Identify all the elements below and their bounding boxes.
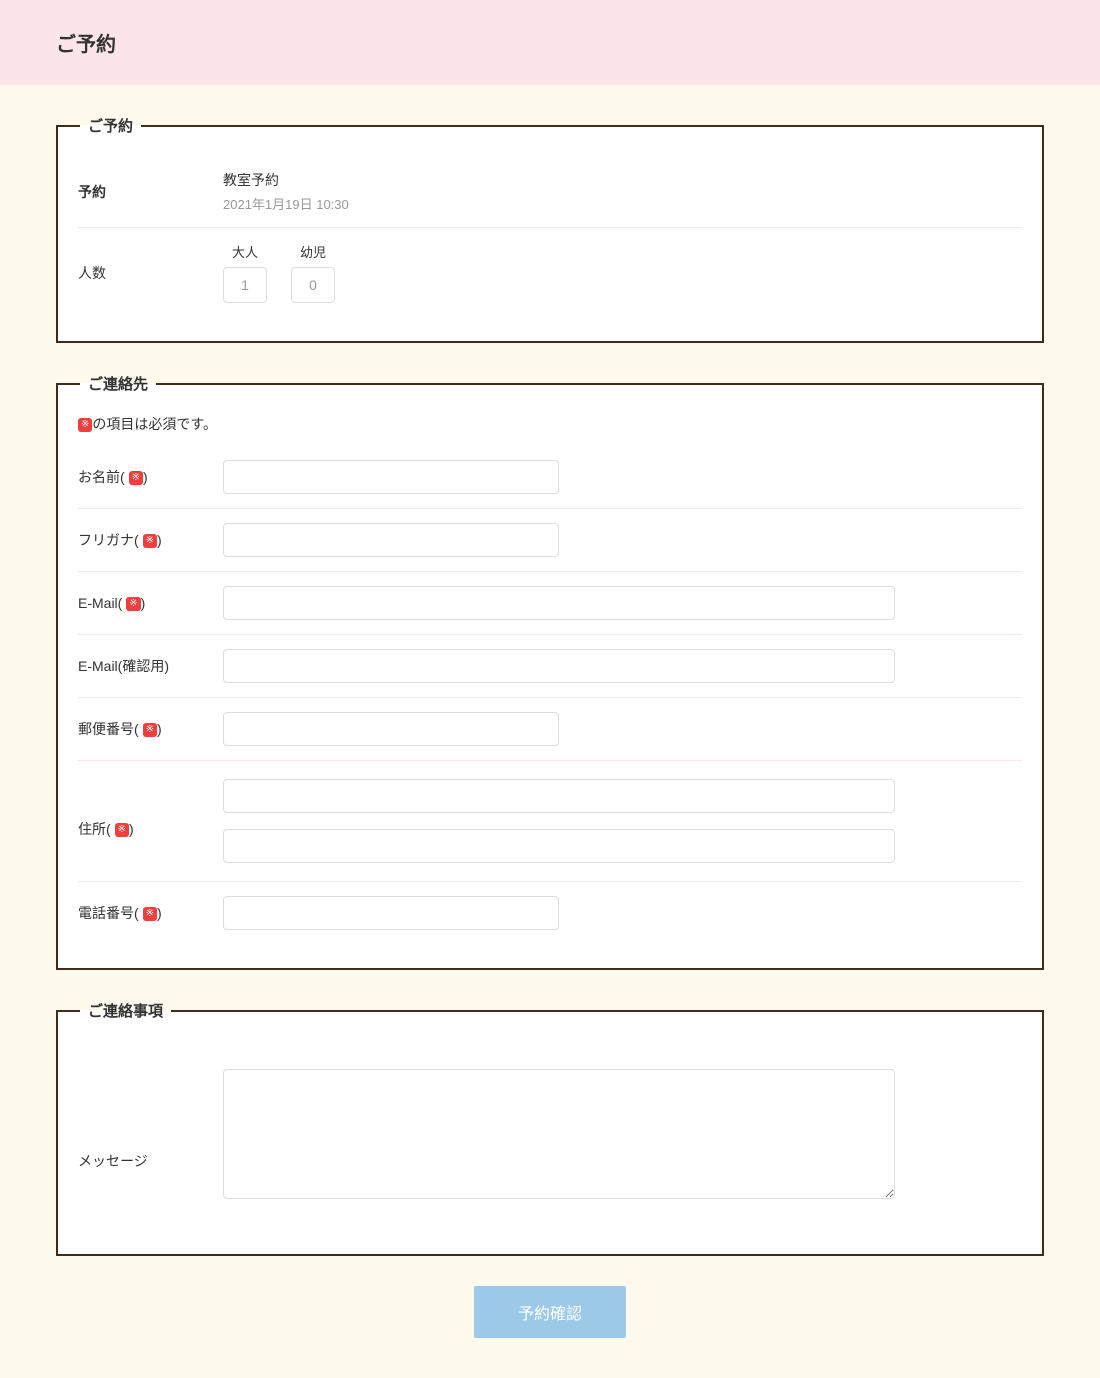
required-icon: ※ bbox=[126, 597, 140, 611]
name-value bbox=[223, 460, 1022, 494]
email-value bbox=[223, 586, 1022, 620]
booking-label: 予約 bbox=[78, 182, 223, 202]
address-value bbox=[223, 779, 1022, 863]
required-icon: ※ bbox=[143, 907, 157, 921]
booking-row: 予約 教室予約 2021年1月19日 10:30 bbox=[78, 156, 1022, 228]
message-value bbox=[223, 1069, 1022, 1202]
postal-input[interactable] bbox=[223, 712, 559, 746]
address-input-2[interactable] bbox=[223, 829, 895, 863]
child-input[interactable] bbox=[291, 267, 335, 303]
required-icon: ※ bbox=[143, 534, 157, 548]
email-confirm-value bbox=[223, 649, 1022, 683]
address-row: 住所( ※) bbox=[78, 761, 1022, 882]
message-label: メッセージ bbox=[78, 1101, 223, 1171]
contact-fieldset: ご連絡先 ※の項目は必須です。 お名前( ※) フリガナ( ※) E-Mail(… bbox=[56, 373, 1044, 970]
email-confirm-row: E-Mail(確認用) bbox=[78, 635, 1022, 698]
child-count-item: 幼児 bbox=[291, 242, 335, 303]
required-note: ※の項目は必須です。 bbox=[78, 414, 1022, 434]
message-row: メッセージ bbox=[78, 1041, 1022, 1230]
email-confirm-input[interactable] bbox=[223, 649, 895, 683]
adult-input[interactable] bbox=[223, 267, 267, 303]
booking-type: 教室予約 bbox=[223, 170, 1022, 190]
name-row: お名前( ※) bbox=[78, 446, 1022, 509]
count-label: 人数 bbox=[78, 263, 223, 283]
name-input[interactable] bbox=[223, 460, 559, 494]
reservation-fieldset: ご予約 予約 教室予約 2021年1月19日 10:30 人数 大人 幼児 bbox=[56, 115, 1044, 343]
required-icon: ※ bbox=[115, 823, 129, 837]
count-group: 大人 幼児 bbox=[223, 242, 1022, 303]
contact-legend: ご連絡先 bbox=[80, 373, 156, 394]
reservation-legend: ご予約 bbox=[80, 115, 141, 136]
message-textarea[interactable] bbox=[223, 1069, 895, 1199]
count-row: 人数 大人 幼児 bbox=[78, 228, 1022, 317]
booking-date: 2021年1月19日 10:30 bbox=[223, 194, 1022, 213]
form-content: ご予約 予約 教室予約 2021年1月19日 10:30 人数 大人 幼児 bbox=[0, 85, 1100, 1378]
page-header: ご予約 bbox=[0, 0, 1100, 85]
postal-label: 郵便番号( ※) bbox=[78, 719, 223, 739]
adult-count-item: 大人 bbox=[223, 242, 267, 303]
furigana-row: フリガナ( ※) bbox=[78, 509, 1022, 572]
phone-input[interactable] bbox=[223, 896, 559, 930]
furigana-value bbox=[223, 523, 1022, 557]
email-confirm-label: E-Mail(確認用) bbox=[78, 656, 223, 676]
phone-value bbox=[223, 896, 1022, 930]
email-label: E-Mail( ※) bbox=[78, 595, 223, 611]
count-value: 大人 幼児 bbox=[223, 242, 1022, 303]
required-icon: ※ bbox=[143, 723, 157, 737]
furigana-input[interactable] bbox=[223, 523, 559, 557]
required-icon: ※ bbox=[129, 471, 143, 485]
phone-label: 電話番号( ※) bbox=[78, 903, 223, 923]
submit-wrap: 予約確認 bbox=[56, 1286, 1044, 1338]
booking-value: 教室予約 2021年1月19日 10:30 bbox=[223, 170, 1022, 213]
message-fieldset: ご連絡事項 メッセージ bbox=[56, 1000, 1044, 1256]
address-input-1[interactable] bbox=[223, 779, 895, 813]
postal-row: 郵便番号( ※) bbox=[78, 698, 1022, 761]
required-note-text: の項目は必須です。 bbox=[92, 416, 217, 432]
postal-value bbox=[223, 712, 1022, 746]
address-label: 住所( ※) bbox=[78, 779, 223, 839]
email-row: E-Mail( ※) bbox=[78, 572, 1022, 635]
furigana-label: フリガナ( ※) bbox=[78, 530, 223, 550]
required-icon: ※ bbox=[78, 418, 92, 432]
child-label: 幼児 bbox=[291, 242, 335, 261]
phone-row: 電話番号( ※) bbox=[78, 882, 1022, 944]
email-input[interactable] bbox=[223, 586, 895, 620]
submit-button[interactable]: 予約確認 bbox=[474, 1286, 626, 1338]
adult-label: 大人 bbox=[223, 242, 267, 261]
name-label: お名前( ※) bbox=[78, 467, 223, 487]
page-title: ご予約 bbox=[56, 28, 1044, 57]
message-legend: ご連絡事項 bbox=[80, 1000, 171, 1021]
